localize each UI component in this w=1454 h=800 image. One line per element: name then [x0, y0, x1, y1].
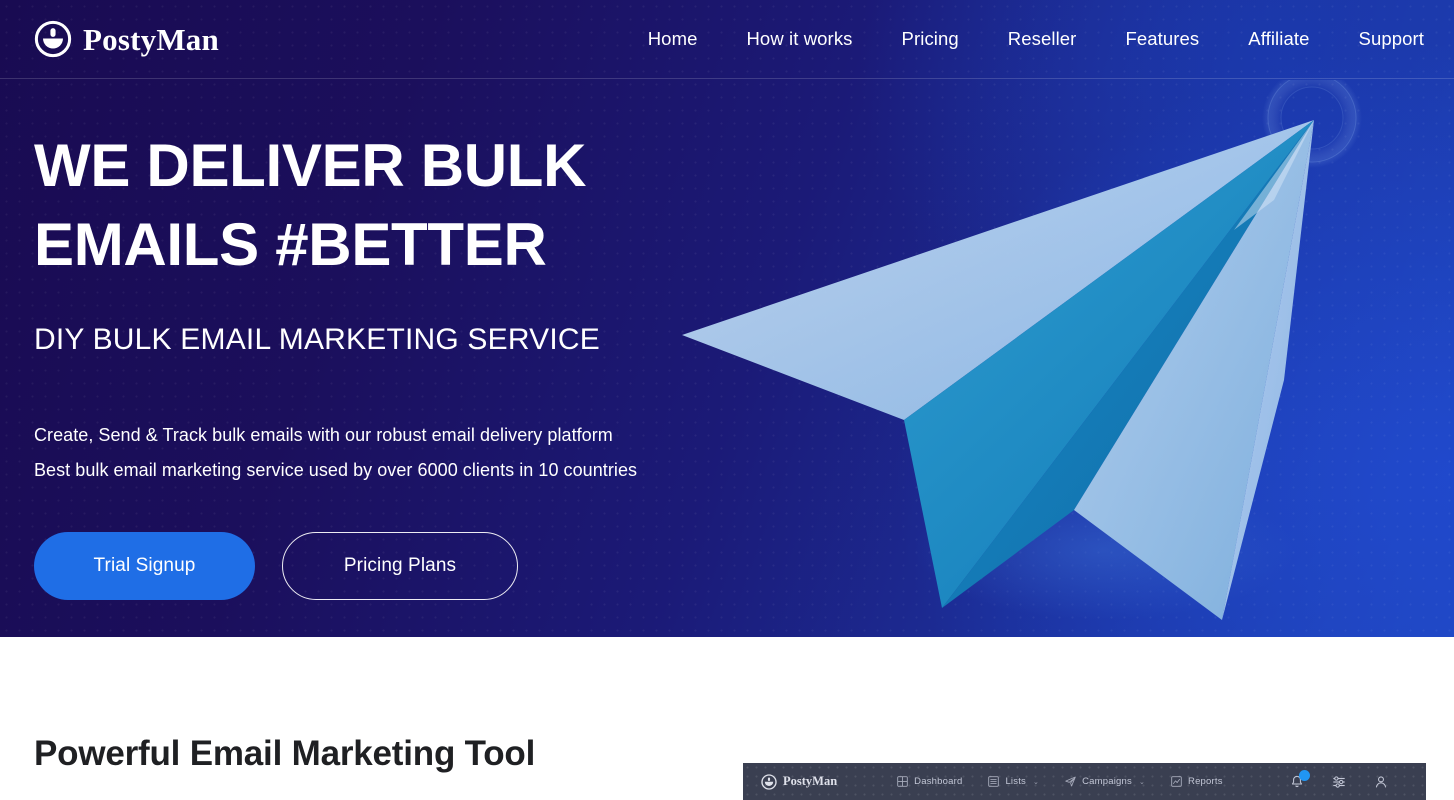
hero-subtitle: DIY BULK EMAIL MARKETING SERVICE — [34, 323, 600, 357]
dashboard-preview: PostyMan Dashboard Lists ⌄ Campaigns ⌄ R… — [743, 763, 1426, 800]
hero-title: WE DELIVER BULK EMAILS #BETTER — [34, 127, 734, 284]
dashboard-actions — [1290, 769, 1410, 789]
hero-content: WE DELIVER BULK EMAILS #BETTER DIY BULK … — [0, 127, 1454, 601]
paper-plane-icon — [1065, 776, 1076, 787]
dashboard-nav-item-dashboard[interactable]: Dashboard — [897, 776, 962, 787]
site-header: PostyMan Home How it works Pricing Resel… — [0, 0, 1454, 79]
hero-cta-group: Trial Signup Pricing Plans — [34, 532, 1454, 601]
bell-icon[interactable] — [1290, 769, 1310, 789]
dashboard-brand-name: PostyMan — [783, 774, 838, 788]
dashboard-brand: PostyMan — [761, 773, 838, 790]
notification-badge — [1299, 769, 1310, 781]
dashboard-nav-item-campaigns[interactable]: Campaigns ⌄ — [1065, 776, 1145, 787]
chevron-down-icon: ⌄ — [1138, 778, 1146, 786]
nav-item-pricing[interactable]: Pricing — [902, 20, 959, 58]
dashboard-nav: Dashboard Lists ⌄ Campaigns ⌄ Reports — [897, 776, 1223, 787]
sliders-icon[interactable] — [1332, 775, 1346, 789]
hero-title-line-2: EMAILS #BETTER — [34, 210, 547, 278]
dashboard-nav-label: Reports — [1188, 776, 1223, 787]
dashboard-nav-label: Dashboard — [914, 776, 963, 787]
hero-lead-text: Create, Send & Track bulk emails with ou… — [34, 418, 1454, 487]
dashboard-nav-item-reports[interactable]: Reports — [1171, 776, 1223, 787]
nav-item-home[interactable]: Home — [648, 20, 698, 58]
chart-icon — [1171, 776, 1182, 787]
nav-item-support[interactable]: Support — [1359, 20, 1425, 58]
dashboard-nav-label: Lists — [1005, 776, 1026, 787]
list-icon — [988, 776, 1000, 787]
brand-logo-link[interactable]: PostyMan — [34, 20, 219, 58]
user-icon[interactable] — [1374, 775, 1388, 789]
dashboard-nav-label: Campaigns — [1082, 776, 1132, 787]
brand-name: PostyMan — [83, 21, 219, 57]
primary-nav: Home How it works Pricing Reseller Featu… — [219, 20, 1424, 58]
nav-item-how-it-works[interactable]: How it works — [746, 20, 852, 58]
grid-icon — [897, 776, 908, 787]
nav-item-affiliate[interactable]: Affiliate — [1248, 20, 1309, 58]
nav-item-features[interactable]: Features — [1125, 20, 1199, 58]
chevron-down-icon: ⌄ — [1033, 778, 1040, 786]
pricing-plans-button[interactable]: Pricing Plans — [282, 532, 518, 601]
dashboard-nav-item-lists[interactable]: Lists ⌄ — [988, 776, 1039, 787]
hero-title-line-1: WE DELIVER BULK — [34, 132, 587, 199]
hero-lead-line-1: Create, Send & Track bulk emails with ou… — [34, 425, 613, 446]
section-heading: Powerful Email Marketing Tool — [34, 734, 536, 773]
postman-cap-icon — [34, 20, 72, 58]
trial-signup-button[interactable]: Trial Signup — [34, 532, 255, 601]
nav-item-reseller[interactable]: Reseller — [1008, 20, 1077, 58]
postman-cap-icon — [761, 773, 777, 790]
hero-section: PostyMan Home How it works Pricing Resel… — [0, 0, 1454, 637]
hero-lead-line-2: Best bulk email marketing service used b… — [34, 459, 638, 480]
